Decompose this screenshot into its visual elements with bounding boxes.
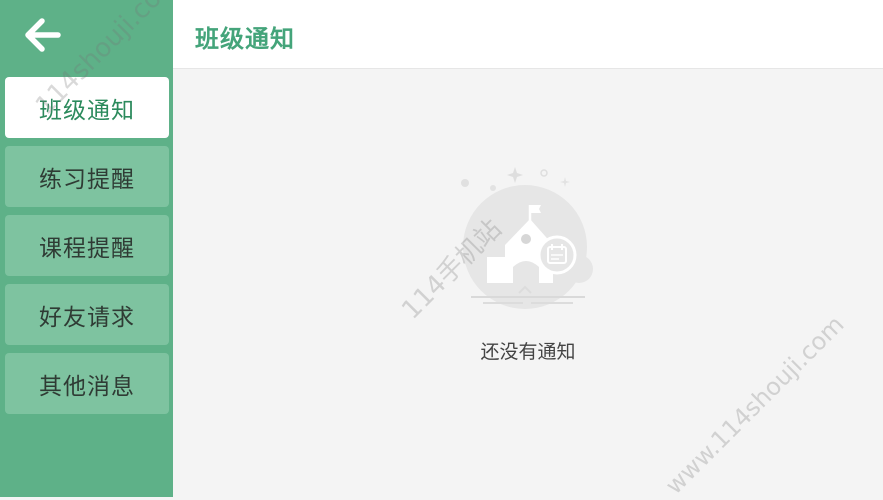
sidebar-item-label: 课程提醒 <box>39 235 135 262</box>
arrow-left-icon <box>25 18 61 52</box>
sidebar-item-other-messages[interactable]: 其他消息 <box>5 353 169 414</box>
sidebar-item-label: 练习提醒 <box>39 166 135 193</box>
sidebar-item-friend-requests[interactable]: 好友请求 <box>5 284 169 345</box>
empty-state-text: 还没有通知 <box>480 341 576 363</box>
sidebar-item-course-reminder[interactable]: 课程提醒 <box>5 215 169 276</box>
back-button[interactable] <box>14 10 70 60</box>
page-title: 班级通知 <box>195 25 295 53</box>
sidebar-item-practice-reminder[interactable]: 练习提醒 <box>5 146 169 207</box>
empty-state-illustration <box>453 161 603 321</box>
sidebar-item-class-notice[interactable]: 班级通知 <box>5 77 169 138</box>
sidebar-item-label: 班级通知 <box>39 97 135 124</box>
header: 班级通知 <box>173 0 883 69</box>
sidebar-item-label: 好友请求 <box>39 304 135 331</box>
sidebar-item-label: 其他消息 <box>39 373 135 400</box>
main-content: 还没有通知 <box>173 69 883 497</box>
sidebar: 班级通知 练习提醒 课程提醒 好友请求 其他消息 <box>0 0 173 497</box>
school-notice-icon <box>461 167 593 309</box>
